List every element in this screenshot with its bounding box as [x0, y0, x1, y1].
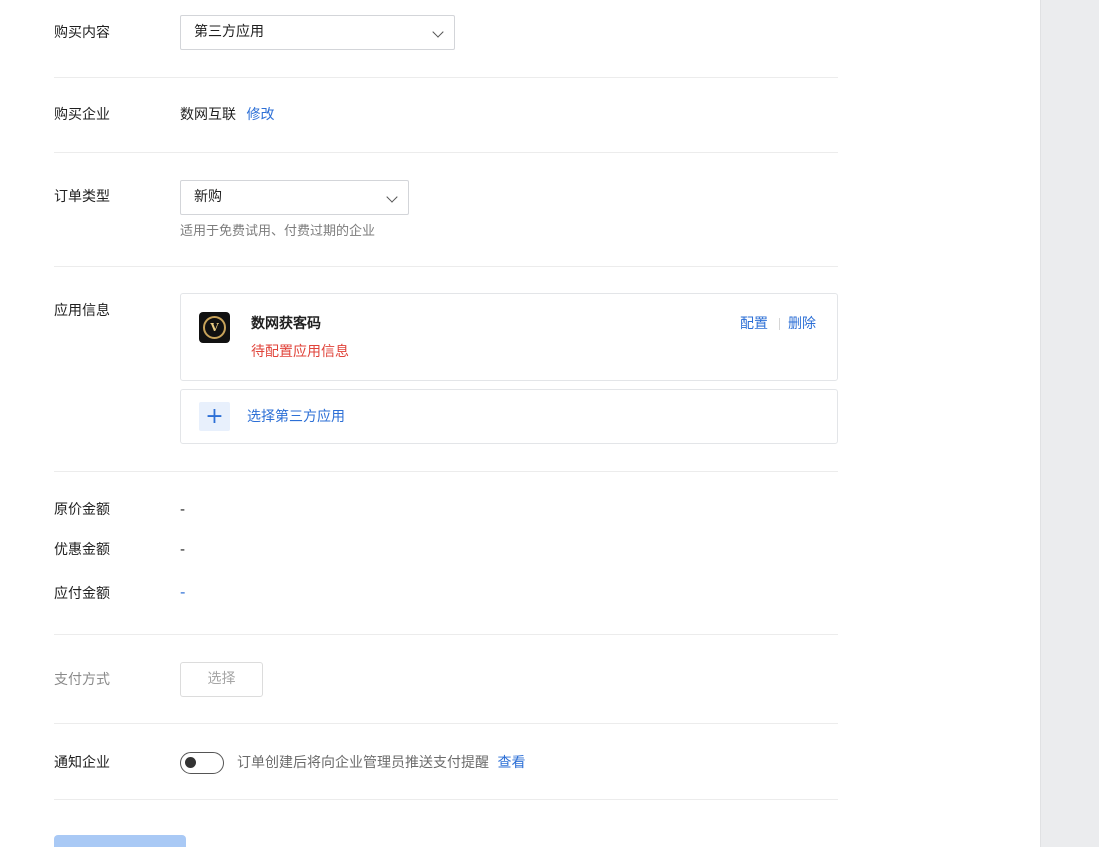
section-order-type: 订单类型 新购 适用于免费试用、付费过期的企业	[54, 153, 838, 267]
purchase-content-value: 第三方应用	[194, 24, 264, 40]
section-notify: 通知企业 订单创建后将向企业管理员推送支付提醒 查看	[54, 724, 838, 800]
action-divider	[779, 318, 780, 330]
select-payment-button[interactable]: 选择	[180, 662, 263, 697]
order-type-label: 订单类型	[54, 189, 110, 205]
purchase-company-value: 数网互联 修改	[180, 105, 274, 125]
notify-toggle[interactable]	[180, 752, 224, 774]
purchase-company-label: 购买企业	[54, 107, 110, 123]
section-payment: 支付方式 选择	[54, 635, 838, 724]
original-amount-label: 原价金额	[54, 502, 110, 518]
app-status: 待配置应用信息	[251, 344, 349, 360]
original-amount-value: -	[180, 502, 186, 518]
add-app-card[interactable]: + 选择第三方应用	[180, 389, 838, 444]
order-type-select[interactable]: 新购	[180, 180, 409, 215]
order-type-hint: 适用于免费试用、付费过期的企业	[180, 224, 376, 239]
order-create-page: 购买内容 第三方应用 购买企业 数网互联 修改 订单类型 新购 适用于免费试用、…	[0, 0, 1099, 847]
purchase-content-label: 购买内容	[54, 25, 110, 41]
payable-amount-label: 应付金额	[54, 586, 110, 602]
discount-amount-label: 优惠金额	[54, 542, 110, 558]
payment-method-label: 支付方式	[54, 672, 110, 688]
view-notify-link[interactable]: 查看	[497, 755, 525, 771]
notify-company-label: 通知企业	[54, 755, 110, 771]
order-type-value: 新购	[194, 189, 222, 205]
section-app-info: 应用信息 V 数网获客码 待配置应用信息 配置 删除 + 选择第三方应用	[54, 267, 838, 472]
section-purchase-company: 购买企业 数网互联 修改	[54, 78, 838, 153]
company-name: 数网互联	[180, 107, 236, 123]
toggle-knob	[185, 757, 196, 768]
order-form: 购买内容 第三方应用 购买企业 数网互联 修改 订单类型 新购 适用于免费试用、…	[54, 0, 838, 800]
discount-amount-value: -	[180, 542, 186, 558]
notify-description: 订单创建后将向企业管理员推送支付提醒 查看	[237, 755, 526, 771]
chevron-down-icon	[386, 191, 398, 203]
right-side-panel	[1040, 0, 1099, 847]
chevron-down-icon	[432, 26, 444, 38]
app-card: V 数网获客码 待配置应用信息 配置 删除	[180, 293, 838, 381]
submit-order-button[interactable]	[54, 835, 186, 847]
app-logo-icon: V	[199, 312, 230, 343]
delete-app-link[interactable]: 删除	[788, 314, 816, 334]
configure-app-link[interactable]: 配置	[740, 314, 768, 334]
plus-icon: +	[199, 402, 230, 431]
app-name: 数网获客码	[251, 316, 321, 332]
section-amounts: 原价金额 - 优惠金额 - 应付金额 -	[54, 472, 838, 635]
section-purchase-content: 购买内容 第三方应用	[54, 0, 838, 78]
select-third-party-app-link[interactable]: 选择第三方应用	[247, 407, 345, 427]
purchase-content-select[interactable]: 第三方应用	[180, 15, 455, 50]
edit-company-link[interactable]: 修改	[246, 107, 274, 123]
payable-amount-value: -	[180, 583, 186, 601]
app-info-label: 应用信息	[54, 303, 110, 319]
